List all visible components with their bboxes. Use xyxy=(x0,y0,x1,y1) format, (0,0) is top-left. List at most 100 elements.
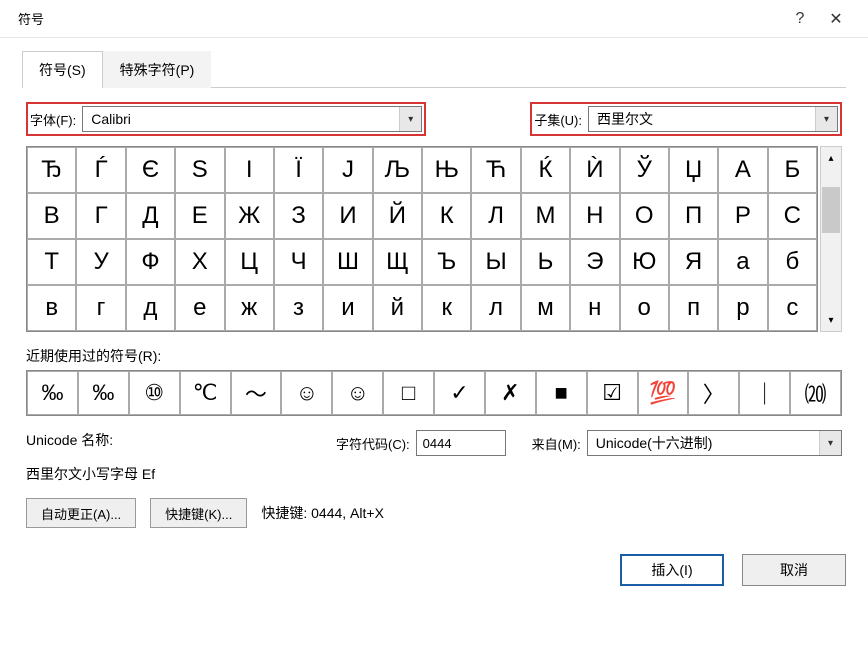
symbol-cell[interactable]: У xyxy=(76,239,125,285)
symbol-cell[interactable]: Є xyxy=(126,147,175,193)
symbol-cell[interactable]: Т xyxy=(27,239,76,285)
symbol-cell[interactable]: п xyxy=(669,285,718,331)
symbol-cell[interactable]: й xyxy=(373,285,422,331)
symbol-cell[interactable]: Р xyxy=(718,193,767,239)
symbol-cell[interactable]: Е xyxy=(175,193,224,239)
symbol-cell[interactable]: а xyxy=(718,239,767,285)
subset-dropdown[interactable]: 西里尔文 ▾ xyxy=(588,106,838,132)
symbol-cell[interactable]: Ї xyxy=(274,147,323,193)
recent-cell[interactable]: □ xyxy=(383,371,434,415)
symbol-cell[interactable]: И xyxy=(323,193,372,239)
symbol-cell[interactable]: Э xyxy=(570,239,619,285)
symbol-cell[interactable]: Ж xyxy=(225,193,274,239)
symbol-cell[interactable]: н xyxy=(570,285,619,331)
symbol-cell[interactable]: Д xyxy=(126,193,175,239)
symbol-cell[interactable]: І xyxy=(225,147,274,193)
symbol-cell[interactable]: Й xyxy=(373,193,422,239)
symbol-cell[interactable]: Ы xyxy=(471,239,520,285)
tab-special-chars[interactable]: 特殊字符(P) xyxy=(103,51,212,88)
symbol-cell[interactable]: Н xyxy=(570,193,619,239)
help-icon[interactable]: ? xyxy=(782,3,818,35)
font-dropdown[interactable]: Calibri ▾ xyxy=(82,106,422,132)
shortcutkey-button[interactable]: 快捷键(K)... xyxy=(150,498,247,528)
scroll-track[interactable] xyxy=(821,169,841,309)
symbol-cell[interactable]: В xyxy=(27,193,76,239)
chevron-down-icon[interactable]: ▾ xyxy=(819,431,841,455)
symbol-cell[interactable]: о xyxy=(620,285,669,331)
recent-cell[interactable]: ☺ xyxy=(281,371,332,415)
symbol-cell[interactable]: З xyxy=(274,193,323,239)
symbol-cell[interactable]: Њ xyxy=(422,147,471,193)
recent-cell[interactable]: ■ xyxy=(536,371,587,415)
recent-cell[interactable]: ～ xyxy=(231,371,282,415)
cancel-button[interactable]: 取消 xyxy=(742,554,846,586)
symbol-cell[interactable]: А xyxy=(718,147,767,193)
chevron-down-icon[interactable]: ▾ xyxy=(815,107,837,131)
autocorrect-button[interactable]: 自动更正(A)... xyxy=(26,498,136,528)
symbol-cell[interactable]: Ћ xyxy=(471,147,520,193)
symbol-cell[interactable]: Х xyxy=(175,239,224,285)
recent-cell[interactable]: ℃ xyxy=(180,371,231,415)
recent-cell[interactable]: ｜ xyxy=(739,371,790,415)
symbol-cell[interactable]: О xyxy=(620,193,669,239)
symbol-cell[interactable]: Ѝ xyxy=(570,147,619,193)
symbol-cell[interactable]: в xyxy=(27,285,76,331)
symbol-cell[interactable]: П xyxy=(669,193,718,239)
symbol-cell[interactable]: Ч xyxy=(274,239,323,285)
symbol-cell[interactable]: Ф xyxy=(126,239,175,285)
symbol-cell[interactable]: Ю xyxy=(620,239,669,285)
symbol-cell[interactable]: Я xyxy=(669,239,718,285)
symbol-cell[interactable]: и xyxy=(323,285,372,331)
symbol-cell[interactable]: е xyxy=(175,285,224,331)
symbol-cell[interactable]: Џ xyxy=(669,147,718,193)
symbol-cell[interactable]: м xyxy=(521,285,570,331)
insert-button[interactable]: 插入(I) xyxy=(620,554,724,586)
scroll-up-icon[interactable]: ▴ xyxy=(821,147,841,169)
scroll-down-icon[interactable]: ▾ xyxy=(821,309,841,331)
symbol-cell[interactable]: Ц xyxy=(225,239,274,285)
charcode-input[interactable] xyxy=(416,430,506,456)
recent-cell[interactable]: 💯 xyxy=(638,371,689,415)
recent-cell[interactable]: ⒇ xyxy=(790,371,841,415)
symbol-cell[interactable]: Г xyxy=(76,193,125,239)
recent-cell[interactable]: ✗ xyxy=(485,371,536,415)
symbol-cell[interactable]: Ў xyxy=(620,147,669,193)
symbol-cell[interactable]: Б xyxy=(768,147,817,193)
symbol-cell[interactable]: Щ xyxy=(373,239,422,285)
from-dropdown[interactable]: Unicode(十六进制) ▾ xyxy=(587,430,842,456)
symbol-cell[interactable]: Ђ xyxy=(27,147,76,193)
symbol-cell[interactable]: Ь xyxy=(521,239,570,285)
recent-cell[interactable]: ‰ xyxy=(27,371,78,415)
recent-cell[interactable]: ⑩ xyxy=(129,371,180,415)
symbol-scrollbar[interactable]: ▴ ▾ xyxy=(820,146,842,332)
scroll-thumb[interactable] xyxy=(822,187,840,233)
symbol-cell[interactable]: К xyxy=(422,193,471,239)
symbol-cell[interactable]: Ќ xyxy=(521,147,570,193)
recent-cell[interactable]: ☑ xyxy=(587,371,638,415)
symbol-cell[interactable]: з xyxy=(274,285,323,331)
symbol-cell[interactable]: Ш xyxy=(323,239,372,285)
recent-cell[interactable]: 〉 xyxy=(688,371,739,415)
recent-cell[interactable]: ‰ xyxy=(78,371,129,415)
symbol-cell[interactable]: М xyxy=(521,193,570,239)
symbol-cell[interactable]: б xyxy=(768,239,817,285)
symbol-cell[interactable]: с xyxy=(768,285,817,331)
symbol-cell[interactable]: Ъ xyxy=(422,239,471,285)
symbol-cell[interactable]: Ј xyxy=(323,147,372,193)
symbol-cell[interactable]: р xyxy=(718,285,767,331)
close-icon[interactable]: ✕ xyxy=(818,3,854,35)
chevron-down-icon[interactable]: ▾ xyxy=(399,107,421,131)
symbol-cell[interactable]: д xyxy=(126,285,175,331)
symbol-cell[interactable]: Ѕ xyxy=(175,147,224,193)
symbol-cell[interactable]: л xyxy=(471,285,520,331)
symbol-cell[interactable]: к xyxy=(422,285,471,331)
symbol-cell[interactable]: Ѓ xyxy=(76,147,125,193)
symbol-cell[interactable]: С xyxy=(768,193,817,239)
recent-cell[interactable]: ✓ xyxy=(434,371,485,415)
symbol-cell[interactable]: г xyxy=(76,285,125,331)
symbol-cell[interactable]: ж xyxy=(225,285,274,331)
symbol-cell[interactable]: Л xyxy=(471,193,520,239)
tab-symbol[interactable]: 符号(S) xyxy=(22,51,103,88)
symbol-cell[interactable]: Љ xyxy=(373,147,422,193)
recent-cell[interactable]: ☺ xyxy=(332,371,383,415)
